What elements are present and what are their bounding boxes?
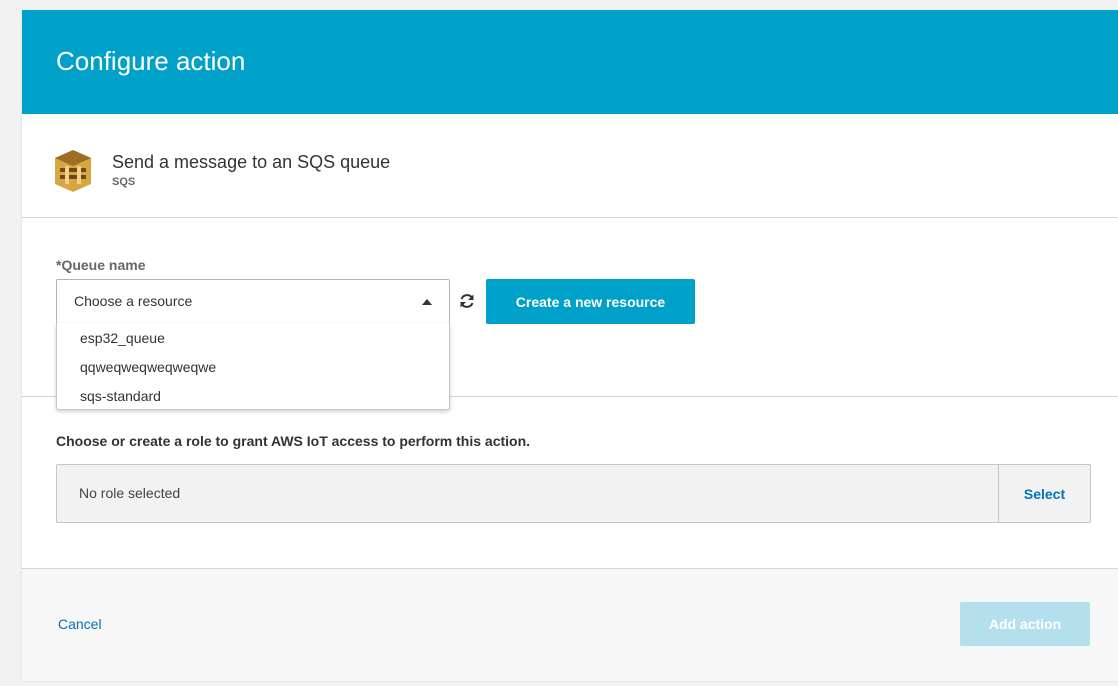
- queue-select-value: Choose a resource: [74, 293, 193, 309]
- add-action-button[interactable]: Add action: [960, 602, 1090, 646]
- select-role-button[interactable]: Select: [999, 465, 1090, 522]
- configure-action-dialog: Configure action Send a message to an SQ…: [22, 10, 1118, 681]
- cancel-link[interactable]: Cancel: [58, 616, 102, 632]
- role-label: Choose or create a role to grant AWS IoT…: [56, 433, 531, 449]
- sqs-queue-icon: [55, 150, 91, 192]
- create-resource-button[interactable]: Create a new resource: [486, 279, 695, 324]
- action-title: Send a message to an SQS queue: [112, 152, 391, 172]
- role-field: No role selected Select: [56, 464, 1091, 523]
- dropdown-option-sqs-standard[interactable]: sqs-standard: [80, 388, 161, 404]
- dialog-footer: Cancel Add action: [22, 568, 1118, 681]
- role-value: No role selected: [79, 485, 181, 501]
- page-title: Configure action: [56, 46, 246, 76]
- caret-up-icon: [422, 299, 432, 305]
- service-summary: Send a message to an SQS queue SQS: [22, 114, 1118, 218]
- dialog-header: Configure action: [22, 10, 1118, 114]
- queue-select[interactable]: Choose a resource: [56, 279, 450, 324]
- service-name: SQS: [112, 176, 136, 188]
- refresh-icon[interactable]: [458, 292, 476, 310]
- queue-dropdown-list: esp32_queue qqweqweqweqweqwe sqs-standar…: [56, 323, 450, 410]
- dropdown-option-esp32-queue[interactable]: esp32_queue: [80, 330, 165, 346]
- queue-name-label: *Queue name: [56, 257, 146, 273]
- dropdown-option-qqweqwe[interactable]: qqweqweqweqweqwe: [80, 359, 216, 375]
